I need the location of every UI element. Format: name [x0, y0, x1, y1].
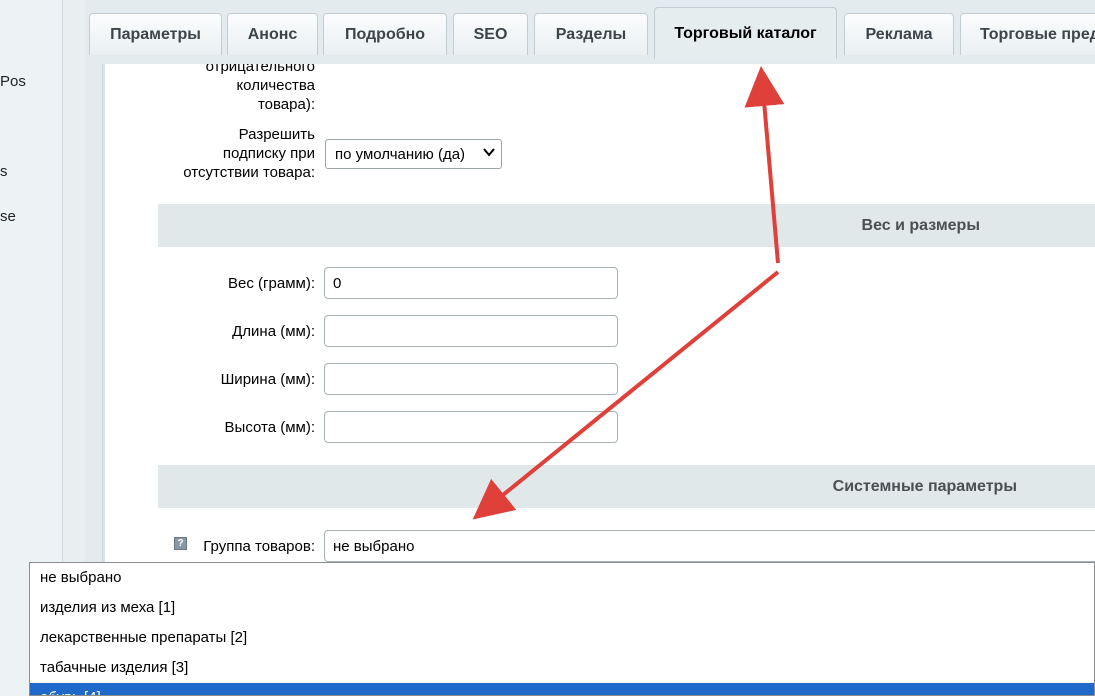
- product-group-select-value: не выбрано: [333, 537, 415, 555]
- tab-trade-catalog[interactable]: Торговый каталог: [654, 7, 837, 59]
- subscribe-select[interactable]: по умолчанию (да): [325, 139, 502, 169]
- tab-bar: Параметры Анонс Подробно SEO Разделы Тор…: [85, 0, 1095, 66]
- height-label: Высота (мм):: [224, 419, 315, 436]
- sidebar-item-label[interactable]: Pos: [0, 73, 26, 90]
- negative-quantity-label: отрицательного количества товара):: [165, 64, 315, 114]
- product-group-options-list[interactable]: не выбрано изделия из меха [1] лекарстве…: [29, 562, 1095, 696]
- label-line: товара):: [257, 96, 315, 113]
- label-line: отрицательного: [205, 64, 315, 75]
- option-fur-products[interactable]: изделия из меха [1]: [30, 593, 1094, 623]
- subscribe-label: Разрешить подписку при отсутствии товара…: [145, 125, 315, 182]
- option-not-selected[interactable]: не выбрано: [30, 563, 1094, 593]
- tab-trade-offers[interactable]: Торговые пред: [960, 13, 1095, 55]
- help-icon[interactable]: ?: [174, 537, 187, 550]
- width-input[interactable]: [324, 363, 618, 395]
- section-system-parameters: Системные параметры: [158, 465, 1095, 508]
- weight-input-value: 0: [333, 274, 342, 292]
- product-group-label: Группа товаров:: [203, 538, 315, 555]
- tab-advertising[interactable]: Реклама: [844, 13, 954, 55]
- width-label: Ширина (мм):: [220, 371, 315, 388]
- label-line: Разрешить: [238, 126, 315, 143]
- tab-details[interactable]: Подробно: [323, 13, 447, 55]
- option-tobacco-products[interactable]: табачные изделия [3]: [30, 653, 1094, 683]
- section-title: Системные параметры: [832, 477, 1017, 495]
- tab-sections[interactable]: Разделы: [534, 13, 648, 55]
- label-line: количества: [236, 77, 315, 94]
- tab-parameters[interactable]: Параметры: [89, 13, 222, 55]
- section-title: Вес и размеры: [861, 216, 980, 234]
- tab-announce[interactable]: Анонс: [227, 13, 318, 55]
- product-group-select[interactable]: не выбрано: [324, 530, 1095, 562]
- option-medicines[interactable]: лекарственные препараты [2]: [30, 623, 1094, 653]
- sidebar-item-label[interactable]: se: [0, 208, 16, 225]
- subscribe-select-value: по умолчанию (да): [335, 145, 466, 163]
- label-line: подписку при: [222, 145, 315, 162]
- option-footwear[interactable]: обувь [4]: [30, 683, 1094, 695]
- section-weight-dimensions: Вес и размеры: [158, 204, 1095, 247]
- weight-input[interactable]: 0: [324, 267, 618, 299]
- height-input[interactable]: [324, 411, 618, 443]
- length-input[interactable]: [324, 315, 618, 347]
- sidebar-item-label[interactable]: s: [0, 163, 8, 180]
- label-line: отсутствии товара:: [183, 164, 315, 181]
- weight-label: Вес (грамм):: [228, 275, 315, 292]
- length-label: Длина (мм):: [232, 323, 315, 340]
- chevron-down-icon: [483, 145, 495, 162]
- tab-seo[interactable]: SEO: [453, 13, 528, 55]
